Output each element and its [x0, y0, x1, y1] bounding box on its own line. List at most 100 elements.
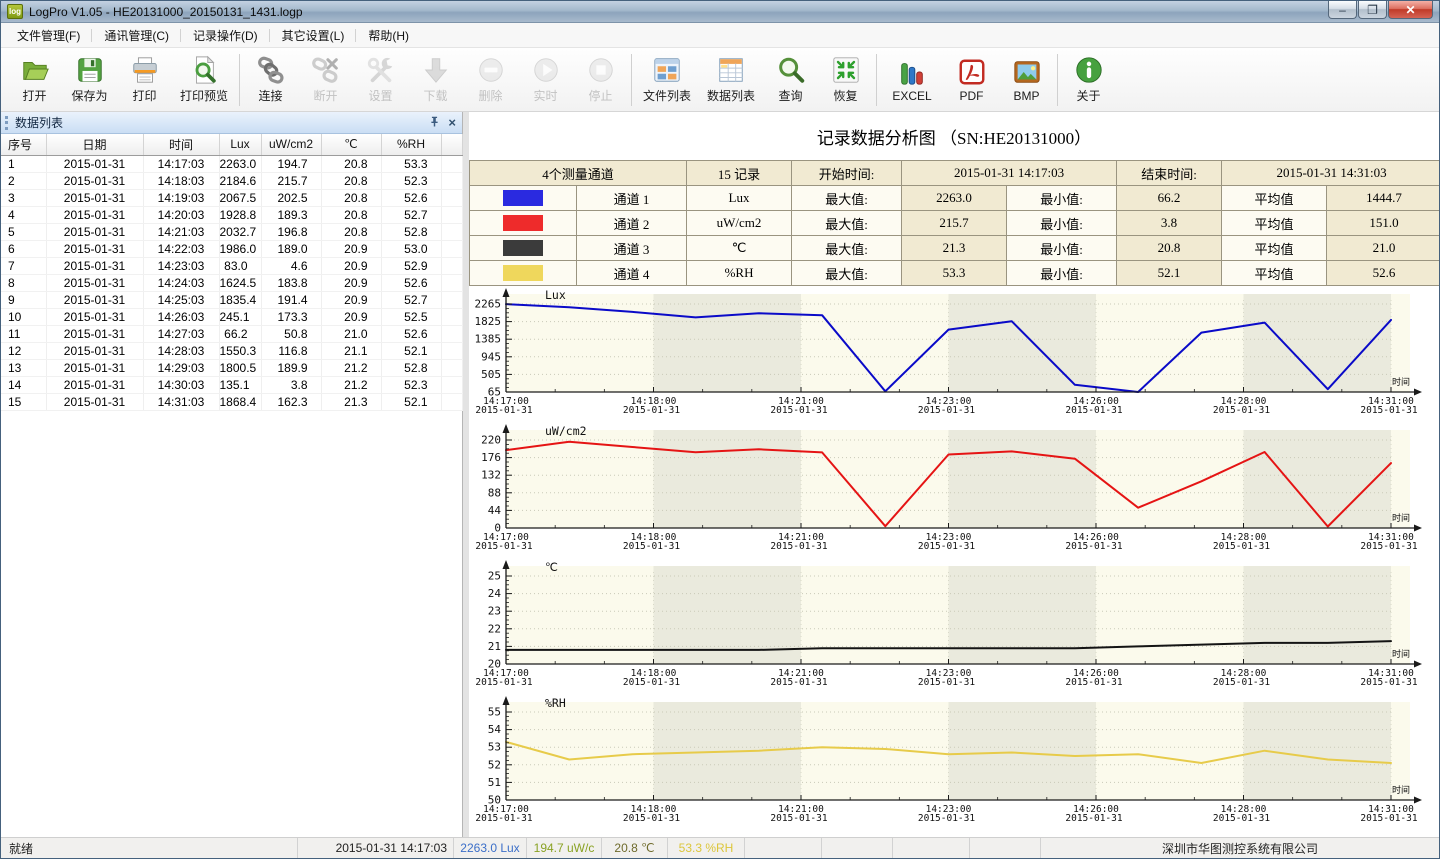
- toolbar-bmp-button[interactable]: BMP: [999, 51, 1054, 109]
- titlebar: log LogPro V1.05 - HE20131000_20150131_1…: [1, 1, 1439, 23]
- table-row[interactable]: 142015-01-3114:30:03135.13.821.252.3: [1, 376, 463, 393]
- table-cell: 20.9: [321, 257, 381, 274]
- realtime-icon: [531, 55, 561, 85]
- restore-button[interactable]: ❐: [1358, 1, 1387, 19]
- search-icon: [776, 55, 806, 85]
- table-cell: 183.8: [261, 274, 321, 291]
- svg-text:2015-01-31: 2015-01-31: [1065, 677, 1122, 688]
- table-cell: 1835.4: [219, 291, 261, 308]
- toolbar-about-button[interactable]: 关于: [1061, 51, 1116, 109]
- app-window: log LogPro V1.05 - HE20131000_20150131_1…: [0, 0, 1440, 859]
- status-reading-4: 53.3 %RH: [667, 838, 744, 858]
- avg-value: 151.0: [1327, 211, 1439, 236]
- toolbar-restore-button[interactable]: 恢复: [818, 51, 873, 109]
- toolbar-search-button[interactable]: 查询: [763, 51, 818, 109]
- summary-header-row: 4个测量通道15 记录开始时间:2015-01-31 14:17:03结束时间:…: [470, 161, 1440, 186]
- status-ready: 就绪: [1, 838, 297, 858]
- table-cell: 1800.5: [219, 359, 261, 376]
- download-icon: [421, 55, 451, 85]
- max-value: 21.3: [902, 236, 1007, 261]
- table-row[interactable]: 112015-01-3114:27:0366.250.821.052.6: [1, 325, 463, 342]
- toolbar-pdf-button[interactable]: PDF: [944, 51, 999, 109]
- column-header-6[interactable]: ℃: [321, 134, 381, 155]
- table-cell: 20.8: [321, 155, 381, 172]
- toolbar-print-preview-button[interactable]: 打印预览: [172, 51, 236, 109]
- toolbar-printer-button[interactable]: 打印: [117, 51, 172, 109]
- table-row[interactable]: 52015-01-3114:21:032032.7196.820.852.8: [1, 223, 463, 240]
- menu-item-1[interactable]: 文件管理(F): [5, 23, 92, 48]
- table-row[interactable]: 32015-01-3114:19:032067.5202.520.852.6: [1, 189, 463, 206]
- max-label: 最大值:: [792, 261, 902, 286]
- table-cell: 1624.5: [219, 274, 261, 291]
- column-header-7[interactable]: %RH: [381, 134, 441, 155]
- table-row[interactable]: 92015-01-3114:25:031835.4191.420.952.7: [1, 291, 463, 308]
- table-cell: 20.8: [321, 223, 381, 240]
- status-empty-3: [892, 838, 969, 858]
- table-row[interactable]: 62015-01-3114:22:031986.0189.020.953.0: [1, 240, 463, 257]
- panel-close-icon[interactable]: ×: [448, 118, 456, 128]
- window-controls: – ❐ ✕: [1327, 1, 1433, 19]
- table-row[interactable]: 122015-01-3114:28:031550.3116.821.152.1: [1, 342, 463, 359]
- table-row[interactable]: 152015-01-3114:31:031868.4162.321.352.1: [1, 393, 463, 410]
- min-value: 66.2: [1117, 186, 1222, 211]
- table-row[interactable]: 42015-01-3114:20:031928.8189.320.852.7: [1, 206, 463, 223]
- settings-icon: [366, 55, 396, 85]
- chart-channel-3: 25242322212014:17:002015-01-3114:18:0020…: [469, 560, 1439, 696]
- data-list-panel: 数据列表 × 序号日期时间LuxuW/cm2℃%RH 12015-01-3114…: [1, 112, 463, 837]
- table-row[interactable]: 12015-01-3114:17:032263.0194.720.853.3: [1, 155, 463, 172]
- column-header-1[interactable]: 序号: [1, 134, 46, 155]
- chart-channel-2: 2201761328844014:17:002015-01-3114:18:00…: [469, 424, 1439, 560]
- table-cell: 202.5: [261, 189, 321, 206]
- table-row[interactable]: 102015-01-3114:26:03245.1173.320.952.5: [1, 308, 463, 325]
- table-cell: 194.7: [261, 155, 321, 172]
- table-row[interactable]: 22015-01-3114:18:032184.6215.720.852.3: [1, 172, 463, 189]
- menu-item-3[interactable]: 记录操作(D): [181, 23, 270, 48]
- toolbar-open-folder-button[interactable]: 打开: [7, 51, 62, 109]
- svg-text:2015-01-31: 2015-01-31: [1213, 405, 1270, 416]
- avg-label: 平均值: [1222, 261, 1327, 286]
- menu-item-5[interactable]: 帮助(H): [356, 23, 421, 48]
- delete-icon: [476, 55, 506, 85]
- close-button[interactable]: ✕: [1388, 1, 1433, 19]
- svg-text:55: 55: [488, 706, 501, 719]
- toolbar-separator: [1057, 54, 1058, 106]
- svg-text:1825: 1825: [475, 315, 502, 328]
- svg-text:2015-01-31: 2015-01-31: [475, 813, 532, 824]
- column-header-2[interactable]: 日期: [46, 134, 143, 155]
- minimize-button[interactable]: –: [1328, 1, 1357, 19]
- menu-item-4[interactable]: 其它设置(L): [270, 23, 357, 48]
- channel-count: 4个测量通道: [470, 161, 687, 186]
- column-header-5[interactable]: uW/cm2: [261, 134, 321, 155]
- svg-text:时间: 时间: [1392, 376, 1410, 387]
- svg-text:54: 54: [488, 723, 502, 736]
- toolbar-connect-button[interactable]: 连接: [243, 51, 298, 109]
- toolbar-save-button[interactable]: 保存为: [62, 51, 117, 109]
- charts-area: 2265182513859455056514:17:002015-01-3114…: [469, 288, 1439, 832]
- table-row[interactable]: 132015-01-3114:29:031800.5189.921.252.8: [1, 359, 463, 376]
- column-header-4[interactable]: Lux: [219, 134, 261, 155]
- table-cell: 52.6: [381, 274, 441, 291]
- table-row[interactable]: 82015-01-3114:24:031624.5183.820.952.6: [1, 274, 463, 291]
- table-cell: 21.3: [321, 393, 381, 410]
- table-cell: 162.3: [261, 393, 321, 410]
- channel-2-color-swatch: [503, 215, 543, 231]
- svg-text:25: 25: [488, 570, 501, 583]
- toolbar-excel-button[interactable]: EXCEL: [880, 51, 944, 109]
- statusbar: 就绪2015-01-31 14:17:032263.0 Lux194.7 uW/…: [1, 837, 1439, 858]
- column-header-3[interactable]: 时间: [143, 134, 219, 155]
- svg-text:2015-01-31: 2015-01-31: [770, 405, 827, 416]
- table-cell: 21.2: [321, 359, 381, 376]
- table-cell: 3.8: [261, 376, 321, 393]
- end-time-label: 结束时间:: [1117, 161, 1222, 186]
- toolbar-realtime-button: 实时: [518, 51, 573, 109]
- svg-text:2015-01-31: 2015-01-31: [1360, 677, 1417, 688]
- menu-item-2[interactable]: 通讯管理(C): [92, 23, 181, 48]
- toolbar-file-list-button[interactable]: 文件列表: [635, 51, 699, 109]
- toolbar-data-list-button[interactable]: 数据列表: [699, 51, 763, 109]
- start-time-label: 开始时间:: [792, 161, 902, 186]
- table-cell: 196.8: [261, 223, 321, 240]
- table-row[interactable]: 72015-01-3114:23:0383.04.620.952.9: [1, 257, 463, 274]
- table-cell: 52.9: [381, 257, 441, 274]
- analysis-title: 记录数据分析图 （SN:HE20131000）: [469, 112, 1439, 160]
- pin-icon[interactable]: [429, 116, 440, 130]
